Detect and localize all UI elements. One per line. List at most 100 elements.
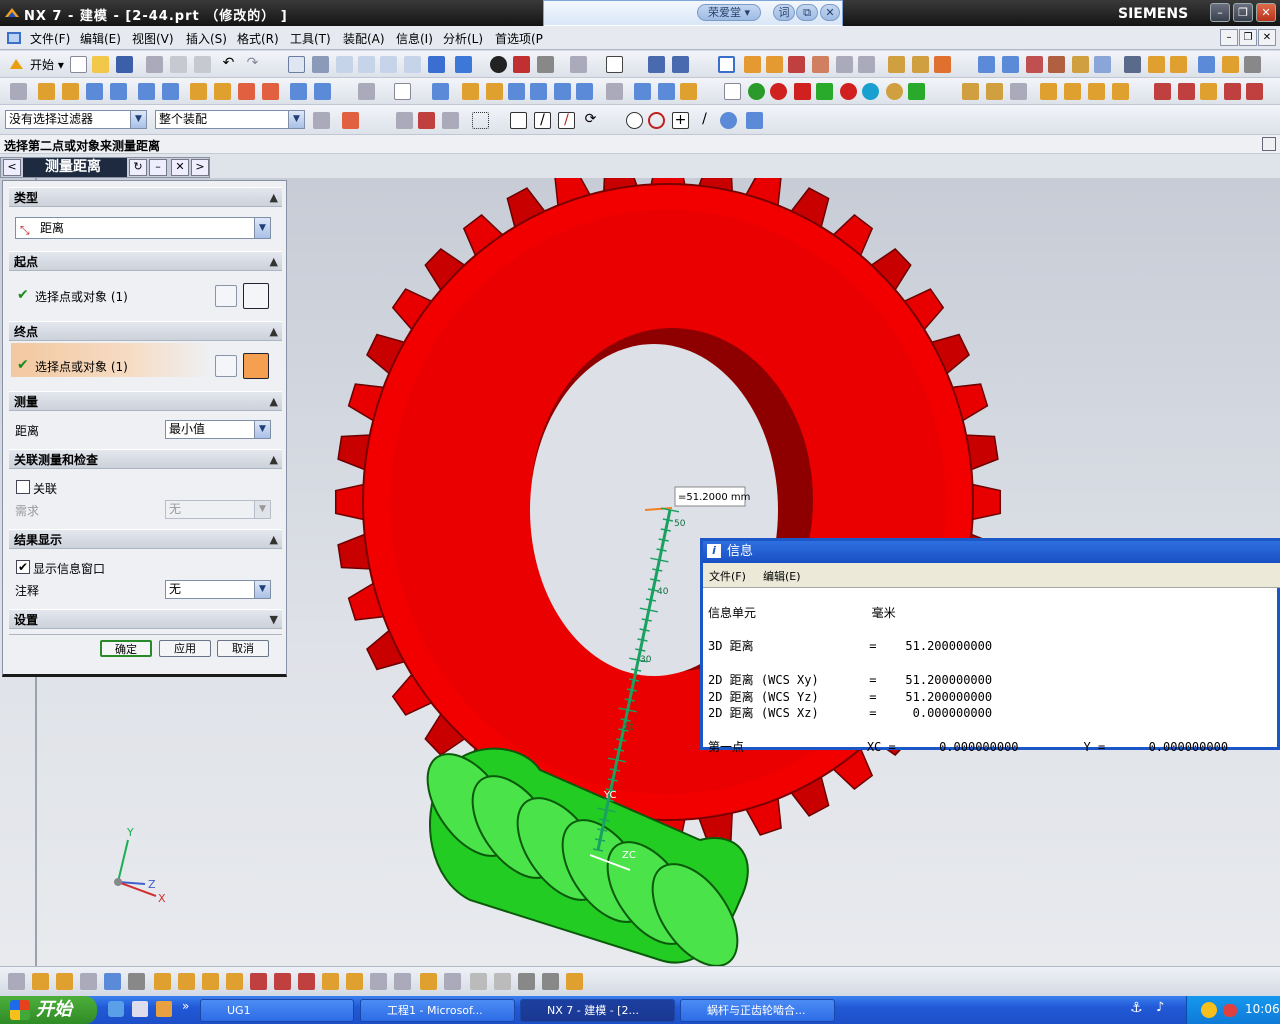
view-orient-icon[interactable] (570, 56, 587, 73)
menu-analysis[interactable]: 分析(L) (443, 30, 483, 47)
bottom-icon-9[interactable] (202, 973, 219, 990)
analysis4-icon[interactable] (1048, 56, 1065, 73)
snap-point-icon-10[interactable] (746, 112, 763, 129)
distance-select[interactable]: 最小值 ▼ (165, 420, 271, 439)
select-icon[interactable] (718, 56, 735, 73)
fit-icon[interactable] (288, 56, 305, 73)
tool6-icon[interactable] (1244, 56, 1261, 73)
rotate-icon[interactable] (380, 56, 397, 73)
paste-icon[interactable] (194, 56, 211, 73)
tool2-icon[interactable] (1148, 56, 1165, 73)
quicklaunch-icon[interactable] (156, 1001, 172, 1017)
feature-icon-6[interactable] (138, 83, 155, 100)
bottom-icon-5[interactable] (104, 973, 121, 990)
point-snap-button-2[interactable] (243, 353, 269, 379)
feature-icon-5[interactable] (110, 83, 127, 100)
maximize-button[interactable]: ❐ (1233, 3, 1253, 22)
new-icon[interactable] (70, 56, 87, 73)
rect-select-icon[interactable] (472, 112, 489, 129)
curve-icon-3[interactable] (770, 83, 787, 100)
app-menu-icon[interactable] (6, 30, 22, 46)
analysis2-icon[interactable] (1002, 56, 1019, 73)
move-layer-icon[interactable] (672, 56, 689, 73)
section-settings[interactable]: 设置 ▼ (9, 609, 282, 629)
menu-tools[interactable]: 工具(T) (290, 30, 331, 47)
more-icon[interactable]: » (182, 999, 189, 1013)
qq-icon[interactable] (1201, 1002, 1217, 1018)
info-menu-edit[interactable]: 编辑(E) (763, 568, 801, 584)
bottom-icon-1[interactable] (8, 973, 25, 990)
filter-icon-4[interactable] (418, 112, 435, 129)
dialog-next-button[interactable]: > (191, 159, 209, 176)
bottom-icon-12[interactable] (274, 973, 291, 990)
point-dialog-button-2[interactable] (215, 355, 237, 377)
curve-icon-6[interactable] (840, 83, 857, 100)
end-select-label[interactable]: 选择点或对象 (1) (35, 358, 128, 375)
section-start[interactable]: 起点 ▲ (9, 251, 282, 271)
feature-icon-22[interactable] (634, 83, 651, 100)
trim-icon-5[interactable] (1246, 83, 1263, 100)
bottom-icon-18[interactable] (420, 973, 437, 990)
feature-icon-4[interactable] (86, 83, 103, 100)
feature-icon-20[interactable] (576, 83, 593, 100)
annotation-select[interactable]: 无 ▼ (165, 580, 271, 599)
volume-icon[interactable]: ♪ (1156, 1000, 1172, 1018)
curve-icon-4[interactable] (794, 83, 811, 100)
layer-icon[interactable] (648, 56, 665, 73)
trim-icon-4[interactable] (1224, 83, 1241, 100)
snap-icon[interactable] (744, 56, 761, 73)
bottom-icon-22[interactable] (518, 973, 535, 990)
surface-icon-4[interactable] (1040, 83, 1057, 100)
feature-icon-13[interactable] (314, 83, 331, 100)
ie-icon[interactable] (108, 1001, 124, 1017)
analysis6-icon[interactable] (1094, 56, 1111, 73)
curve-icon-5[interactable] (816, 83, 833, 100)
feature-icon-18[interactable] (530, 83, 547, 100)
menu-edit[interactable]: 编辑(E) (80, 30, 121, 47)
snap3-icon[interactable] (788, 56, 805, 73)
sketch-icon[interactable] (358, 83, 375, 100)
task-nx[interactable]: NX 7 - 建模 - [2... (520, 999, 675, 1022)
info-menu-file[interactable]: 文件(F) (709, 568, 746, 584)
desktop-icon[interactable] (132, 1001, 148, 1017)
snap-point-icon-9[interactable] (720, 112, 737, 129)
curve-icon-1[interactable] (724, 83, 741, 100)
start-button[interactable]: 开始 ▾ (30, 56, 64, 73)
curve-icon-7[interactable] (862, 83, 879, 100)
menu-insert[interactable]: 插入(S) (186, 30, 227, 47)
trim-icon-3[interactable] (1200, 83, 1217, 100)
shaded-icon[interactable] (455, 56, 472, 73)
bottom-icon-16[interactable] (370, 973, 387, 990)
feature-icon-16[interactable] (486, 83, 503, 100)
bottom-icon-20[interactable] (470, 973, 487, 990)
open-icon[interactable] (92, 56, 109, 73)
filter-icon-1[interactable] (313, 112, 330, 129)
surface-icon-3[interactable] (1010, 83, 1027, 100)
curve-icon-9[interactable] (908, 83, 925, 100)
tray-app-icon[interactable] (1223, 1004, 1237, 1017)
measure2-icon[interactable] (912, 56, 929, 73)
cut-icon[interactable] (146, 56, 163, 73)
edge-icon[interactable] (513, 56, 530, 73)
menu-format[interactable]: 格式(R) (237, 30, 279, 47)
surface-icon-5[interactable] (1064, 83, 1081, 100)
shading-mode-icon[interactable] (490, 56, 507, 73)
point-dialog-button[interactable] (215, 285, 237, 307)
redo-icon[interactable]: ↷ (244, 56, 261, 73)
measure3-icon[interactable] (934, 56, 951, 73)
feature-icon-15[interactable] (462, 83, 479, 100)
refresh-icon[interactable] (428, 56, 445, 73)
snap2-icon[interactable] (766, 56, 783, 73)
bottom-icon-4[interactable] (80, 973, 97, 990)
start-select-label[interactable]: 选择点或对象 (1) (35, 288, 128, 305)
snap-point-icon-8[interactable]: / (696, 112, 713, 129)
surface-icon-2[interactable] (986, 83, 1003, 100)
snap5-icon[interactable] (836, 56, 853, 73)
feature-icon-11[interactable] (262, 83, 279, 100)
undo-icon[interactable]: ↶ (220, 56, 237, 73)
status-icon[interactable] (1262, 137, 1276, 151)
feature-icon-7[interactable] (162, 83, 179, 100)
minimize-button[interactable]: – (1210, 3, 1230, 22)
reset-icon[interactable]: ↻ (129, 159, 147, 176)
feature-icon-19[interactable] (554, 83, 571, 100)
